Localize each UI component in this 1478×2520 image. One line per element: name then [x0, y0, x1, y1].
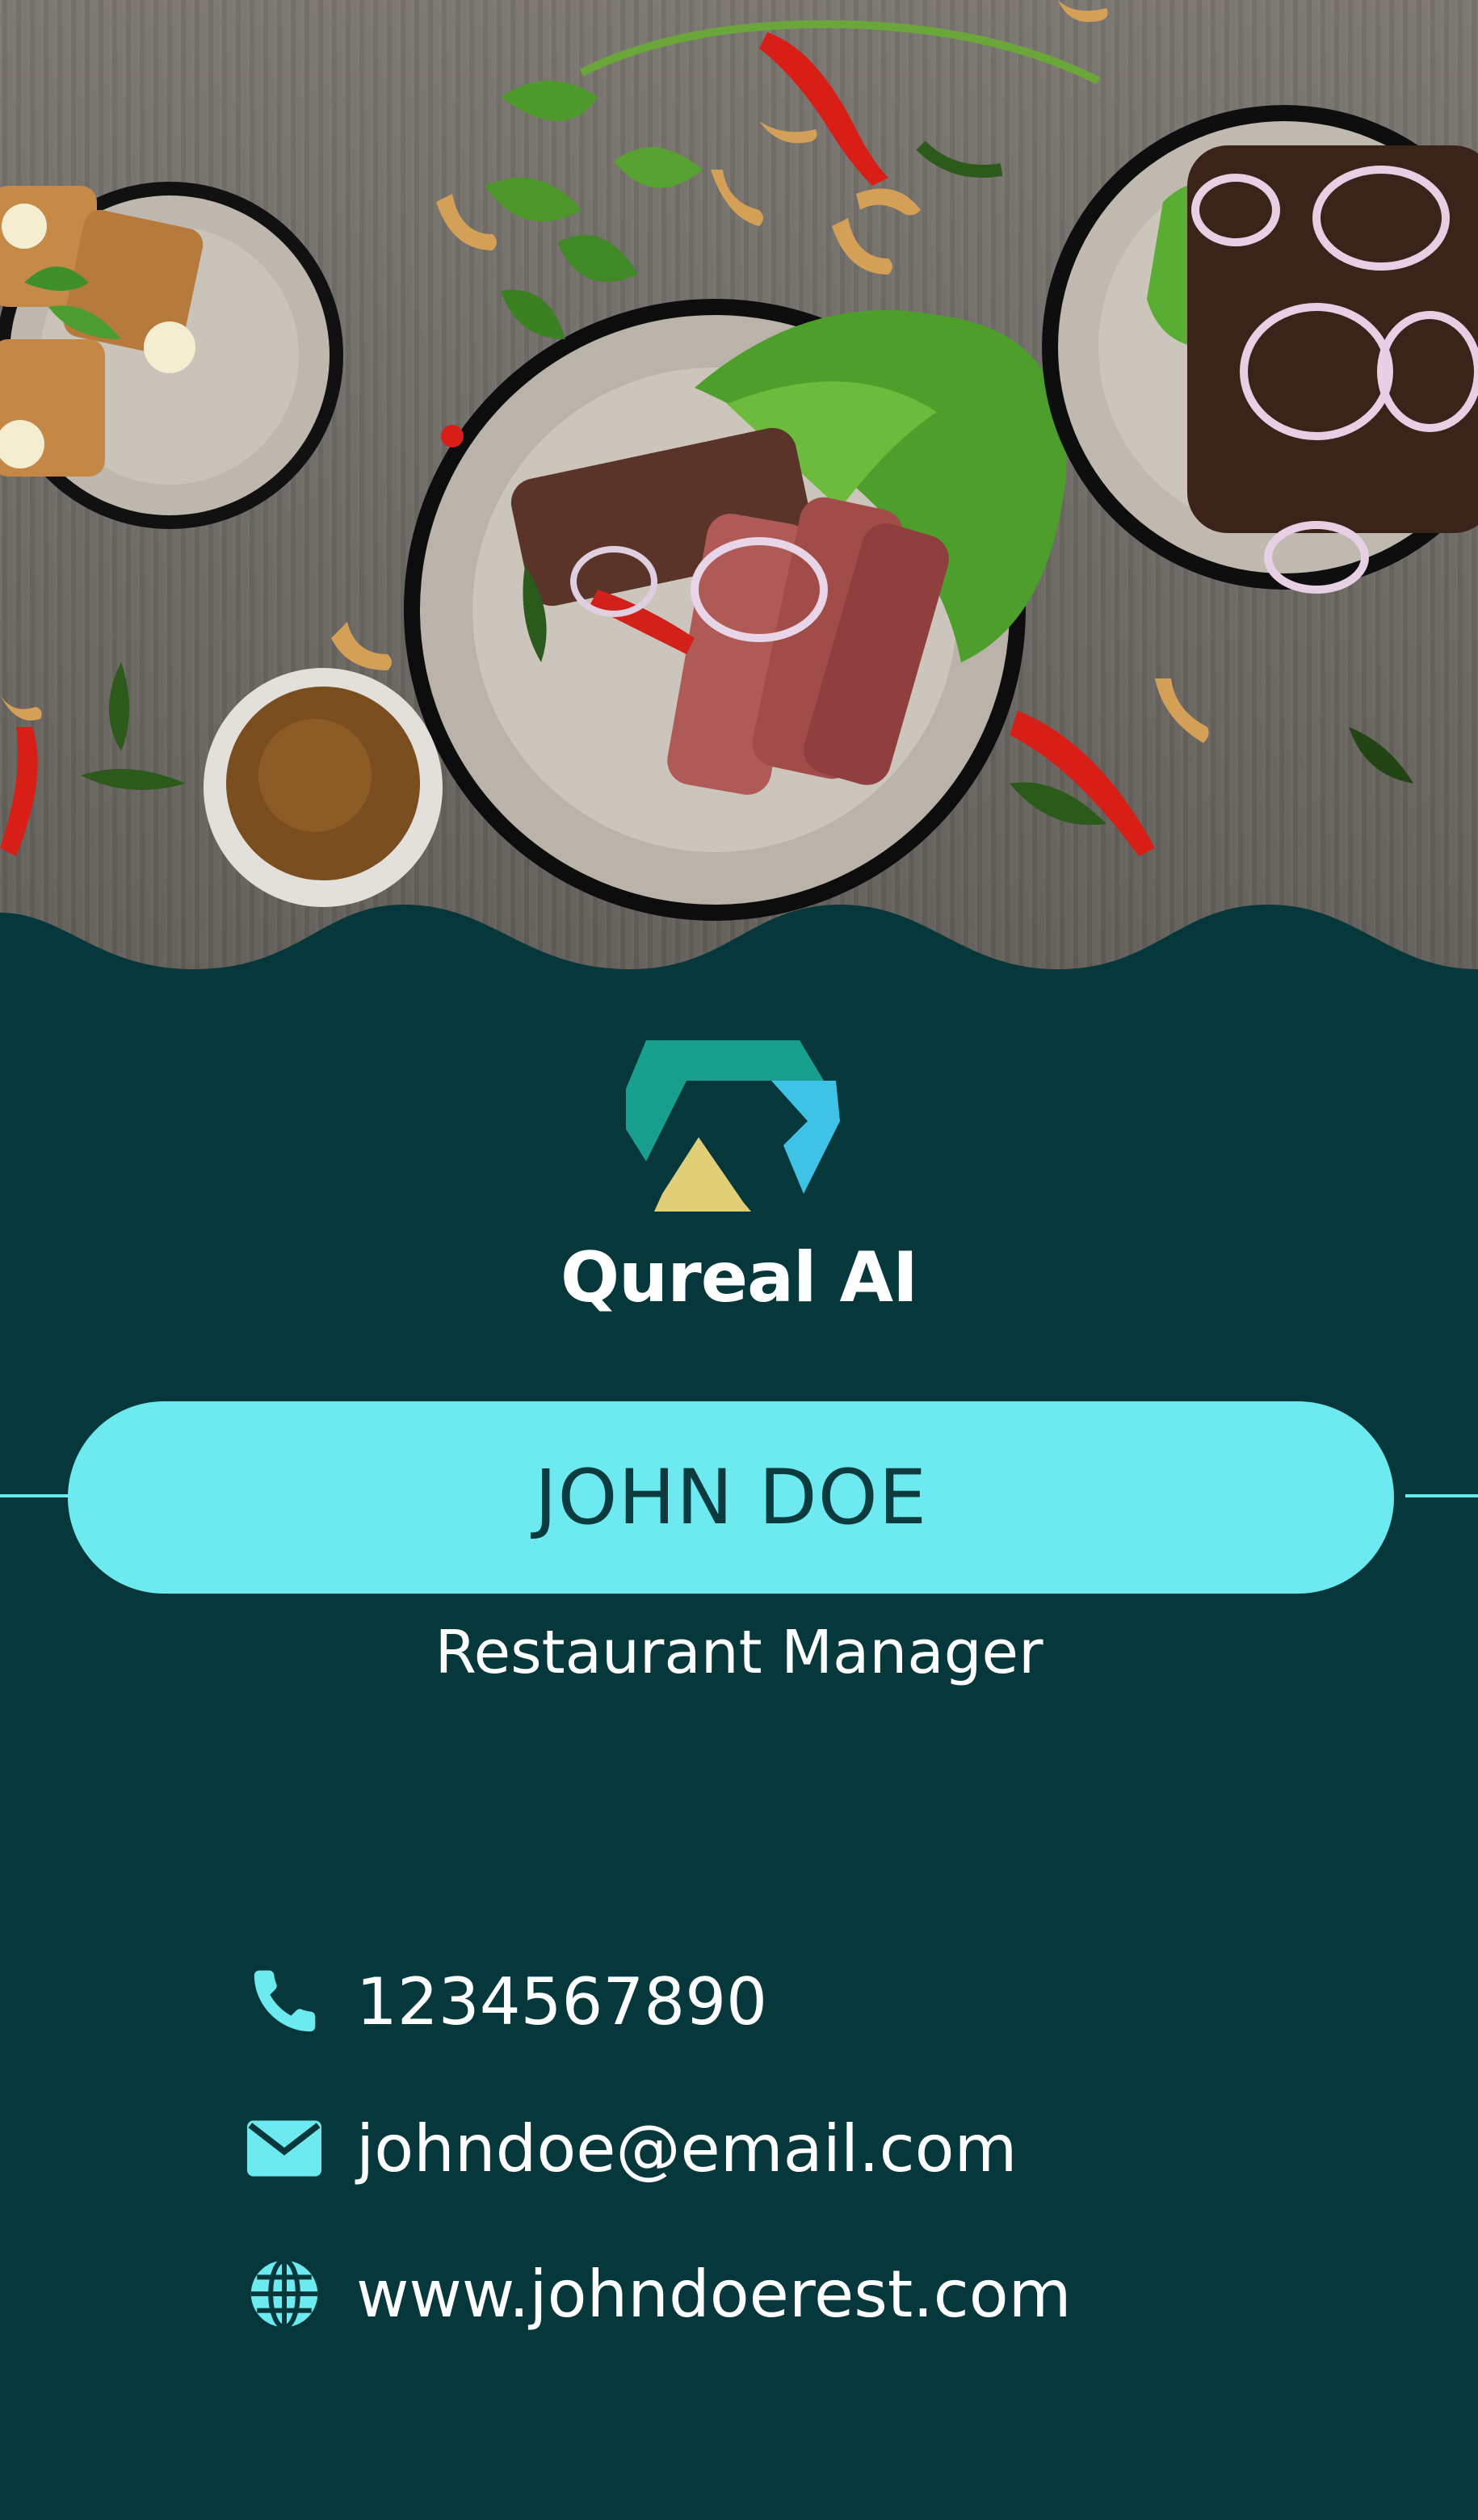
- person-title: Restaurant Manager: [435, 1618, 1043, 1687]
- center-plate-image: [404, 299, 1067, 921]
- left-plate-image: [0, 182, 343, 529]
- contact-email[interactable]: johndoe@email.com: [246, 2104, 1017, 2193]
- brand-name: Qureal AI: [560, 1237, 918, 1318]
- sauce-bowl-image: [204, 668, 443, 907]
- name-banner: JOHN DOE: [68, 1401, 1394, 1594]
- globe-icon: [246, 2256, 322, 2332]
- website-url: www.johndoerest.com: [356, 2256, 1072, 2332]
- divider-line-right: [1405, 1494, 1478, 1497]
- food-photo: [0, 0, 1478, 985]
- email-address: johndoe@email.com: [356, 2110, 1018, 2186]
- contact-website[interactable]: www.johndoerest.com: [246, 2249, 1072, 2338]
- right-plate-image: [1042, 105, 1478, 594]
- divider-line-left: [0, 1494, 73, 1497]
- phone-icon: [246, 1964, 322, 2039]
- phone-number: 1234567890: [356, 1964, 767, 2039]
- qureal-logo-icon: [626, 1040, 840, 1212]
- contact-phone[interactable]: 1234567890: [246, 1957, 767, 2046]
- person-name: JOHN DOE: [534, 1453, 928, 1542]
- wave-divider: [0, 905, 1478, 985]
- envelope-icon: [246, 2110, 322, 2186]
